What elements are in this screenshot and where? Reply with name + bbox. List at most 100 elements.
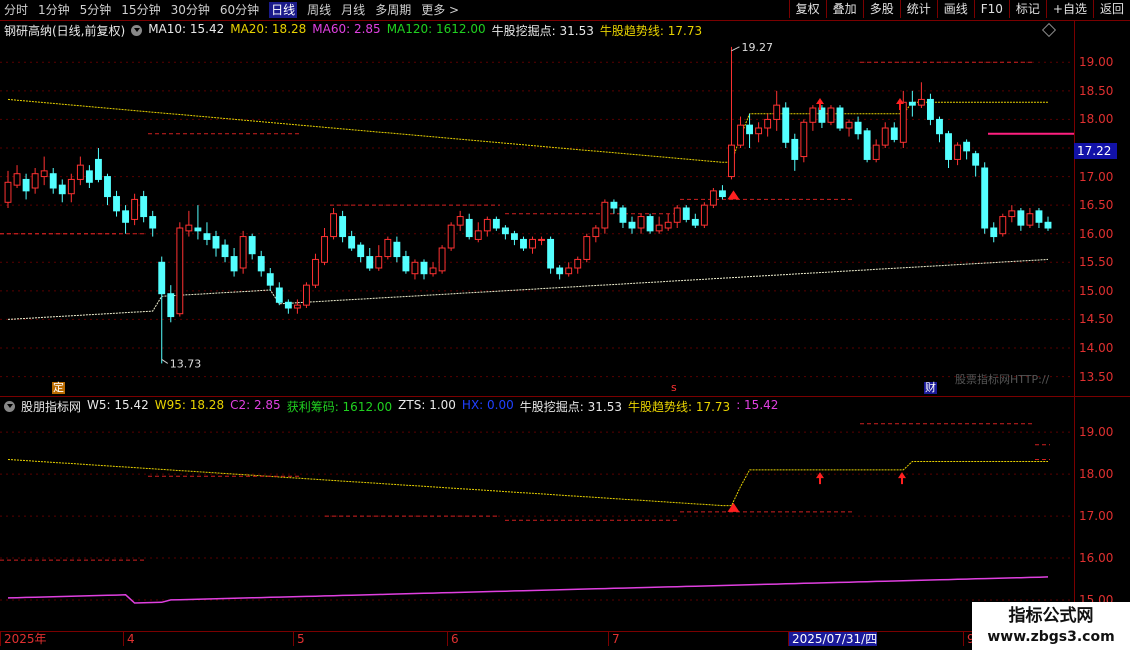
candle[interactable]	[67, 173, 75, 203]
candle[interactable]	[266, 268, 274, 291]
candle[interactable]	[619, 205, 627, 228]
candle[interactable]	[791, 133, 799, 171]
candle[interactable]	[936, 116, 943, 143]
candlestick-chart[interactable]: 19.27 13.73	[0, 20, 1074, 396]
s-flag[interactable]: s	[670, 382, 678, 394]
toolbar-button-4[interactable]: 画线	[936, 0, 974, 18]
candle[interactable]	[510, 230, 518, 246]
candle[interactable]	[501, 225, 509, 240]
candle[interactable]	[113, 190, 120, 217]
candle[interactable]	[917, 82, 925, 108]
candle[interactable]	[131, 193, 139, 226]
candle[interactable]	[728, 46, 735, 180]
candle[interactable]	[963, 139, 971, 160]
candle[interactable]	[999, 213, 1007, 237]
candle[interactable]	[149, 210, 157, 237]
candle[interactable]	[140, 190, 148, 223]
candle[interactable]	[1044, 216, 1052, 231]
candle[interactable]	[990, 222, 998, 243]
period-tab-1[interactable]: 1分钟	[38, 2, 70, 18]
period-tab-6[interactable]: 日线	[269, 2, 298, 18]
candle[interactable]	[221, 239, 229, 263]
period-tab-9[interactable]: 多周期	[375, 2, 411, 18]
candle[interactable]	[809, 105, 817, 131]
candle[interactable]	[773, 90, 781, 131]
candle[interactable]	[610, 199, 618, 214]
toolbar-button-2[interactable]: 多股	[862, 0, 900, 18]
sub-indicator-chart[interactable]	[0, 397, 1074, 631]
candle[interactable]	[655, 216, 663, 234]
candle[interactable]	[945, 130, 952, 168]
candle[interactable]	[755, 122, 763, 143]
candle[interactable]	[1017, 208, 1025, 231]
candle[interactable]	[565, 262, 573, 277]
candle[interactable]	[664, 213, 672, 231]
candle[interactable]	[40, 156, 48, 186]
candle[interactable]	[547, 236, 555, 274]
candle[interactable]	[474, 222, 482, 243]
candle[interactable]	[709, 188, 717, 208]
candle[interactable]	[284, 299, 292, 314]
candle[interactable]	[357, 242, 365, 263]
candle[interactable]	[293, 299, 301, 314]
candle[interactable]	[529, 236, 536, 254]
candle[interactable]	[646, 213, 654, 234]
candle[interactable]	[456, 210, 464, 231]
toolbar-button-1[interactable]: 叠加	[825, 0, 863, 18]
candle[interactable]	[257, 250, 265, 277]
candle[interactable]	[212, 230, 220, 257]
candle[interactable]	[890, 122, 898, 143]
toolbar-button-0[interactable]: 复权	[788, 0, 826, 18]
candle[interactable]	[1026, 208, 1034, 228]
candle[interactable]	[158, 256, 166, 364]
candle[interactable]	[718, 185, 726, 200]
candle[interactable]	[85, 165, 93, 188]
cai-flag[interactable]: 财	[924, 382, 937, 394]
period-tab-4[interactable]: 30分钟	[171, 2, 210, 18]
candle[interactable]	[411, 259, 419, 280]
candle[interactable]	[583, 233, 591, 263]
candle[interactable]	[366, 248, 374, 271]
candle[interactable]	[954, 142, 962, 166]
candle[interactable]	[402, 250, 410, 274]
candle[interactable]	[872, 139, 880, 163]
candle[interactable]	[230, 248, 238, 277]
candle[interactable]	[538, 236, 546, 246]
candle[interactable]	[375, 245, 383, 271]
candle[interactable]	[592, 225, 600, 243]
candle[interactable]	[339, 210, 347, 243]
candle[interactable]	[321, 228, 328, 266]
candle[interactable]	[881, 122, 889, 148]
candle[interactable]	[483, 216, 491, 237]
candle[interactable]	[58, 179, 66, 203]
candle[interactable]	[845, 119, 853, 137]
candle[interactable]	[1008, 205, 1016, 223]
candle[interactable]	[13, 165, 21, 188]
toolbar-button-3[interactable]: 统计	[899, 0, 937, 18]
candle[interactable]	[22, 173, 30, 200]
ding-flag[interactable]: 定	[52, 382, 65, 394]
candle[interactable]	[854, 116, 862, 140]
candle[interactable]	[972, 150, 980, 177]
candle[interactable]	[492, 216, 500, 231]
candle[interactable]	[764, 113, 772, 137]
candle[interactable]	[4, 170, 12, 208]
candle[interactable]	[393, 236, 401, 263]
candle[interactable]	[800, 119, 808, 163]
candle[interactable]	[429, 262, 437, 277]
toolbar-button-7[interactable]: +自选	[1045, 0, 1093, 18]
candle[interactable]	[827, 105, 835, 126]
candle[interactable]	[556, 265, 564, 280]
candle[interactable]	[700, 202, 708, 228]
candle[interactable]	[31, 168, 39, 194]
period-tab-3[interactable]: 15分钟	[121, 2, 160, 18]
candle[interactable]	[836, 105, 844, 131]
period-tab-8[interactable]: 月线	[341, 2, 365, 18]
candle[interactable]	[94, 148, 102, 183]
candle[interactable]	[908, 90, 916, 117]
candle[interactable]	[520, 236, 527, 251]
candle[interactable]	[330, 208, 338, 240]
candle[interactable]	[682, 205, 690, 223]
candle[interactable]	[49, 168, 57, 194]
candle[interactable]	[312, 253, 319, 288]
